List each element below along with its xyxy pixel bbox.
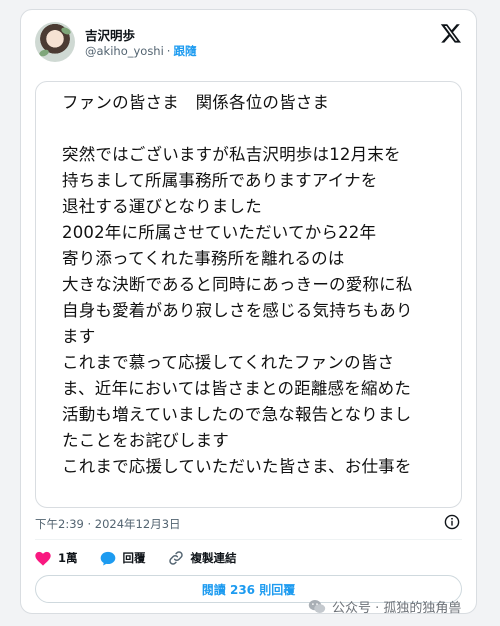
post-text-line: ま、近年においては皆さまとの距離感を縮めた: [62, 379, 412, 398]
post-text-line: 大きな決断であると同時にあっきーの愛称に私: [62, 275, 413, 294]
watermark-text: 公众号 · 孤独的独角兽: [332, 601, 462, 616]
reply-bubble-icon: [100, 551, 115, 565]
post-timestamp[interactable]: 下午2:39 · 2024年12月3日: [35, 516, 181, 532]
author-display-name[interactable]: 吉沢明歩: [85, 25, 135, 44]
post-text-line: 持ちまして所属事務所でありますアイナを: [62, 171, 378, 190]
post-text-line: [62, 116, 434, 142]
separator-dot: ·: [166, 44, 171, 58]
post-text-line: 活動も増えていましたので急な報告となりまし: [62, 405, 412, 424]
reply-label: 回覆: [122, 551, 146, 565]
post-text-line: 突然ではございますが私吉沢明歩は12月末を: [62, 145, 401, 164]
post-text-line: これまで応援していただいた皆さま、お仕事を: [62, 457, 412, 476]
info-icon[interactable]: [444, 514, 460, 530]
author-handle[interactable]: @akiho_yoshi: [85, 44, 164, 58]
author-handle-row: @akiho_yoshi · 跟隨: [85, 43, 196, 59]
post-text-line: ファンの皆さま 関係各位の皆さま: [62, 93, 330, 112]
avatar[interactable]: [35, 22, 75, 62]
copy-link-label: 複製連結: [190, 551, 237, 565]
post-image[interactable]: ファンの皆さま 関係各位の皆さま突然ではございますが私吉沢明歩は12月末を 持ちま…: [35, 81, 462, 508]
like-count: 1萬: [58, 551, 78, 565]
post-text-line: 自身も愛着があり寂しさを感じる気持ちもあり: [62, 301, 413, 320]
post-text: ファンの皆さま 関係各位の皆さま突然ではございますが私吉沢明歩は12月末を 持ちま…: [62, 90, 434, 480]
wechat-icon: [308, 600, 326, 613]
post-text-line: 寄り添ってくれた事務所を離れるのは: [62, 249, 345, 268]
like-button[interactable]: 1萬: [35, 550, 78, 566]
post-text-line: 2002年に所属させていただいてから22年: [62, 223, 377, 242]
action-bar: 1萬 回覆 複製連結: [35, 547, 259, 569]
copy-link-button[interactable]: 複製連結: [168, 550, 237, 566]
follow-button[interactable]: 跟隨: [173, 44, 196, 58]
x-logo-icon[interactable]: [440, 22, 462, 44]
post-text-line: 退社する運びとなりました: [62, 197, 262, 216]
heart-icon: [35, 551, 51, 566]
reply-button[interactable]: 回覆: [100, 550, 146, 566]
post-text-line: これまで慕って応援してくれたファンの皆さ: [62, 353, 395, 372]
divider: [35, 539, 462, 540]
link-icon: [168, 551, 183, 565]
post-text-line: ます: [62, 327, 96, 346]
post-card: 吉沢明歩 @akiho_yoshi · 跟隨 ファンの皆さま 関係各位の皆さま突然で…: [20, 9, 477, 614]
post-text-line: たことをお詫びします: [62, 431, 229, 450]
watermark: 公众号 · 孤独的独角兽: [308, 597, 461, 616]
